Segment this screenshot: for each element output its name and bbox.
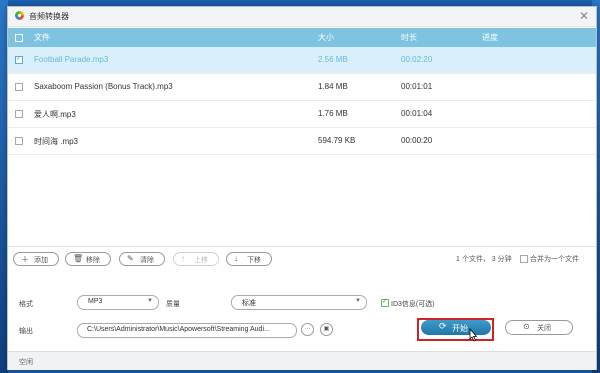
move-up-button[interactable]: ↑ 上移 — [173, 252, 219, 266]
file-size: 1.84 MB — [318, 82, 348, 91]
arrow-up-icon: ↑ — [181, 254, 185, 263]
close-button[interactable]: ⊙ 关闭 — [505, 320, 573, 335]
ellipsis-icon: ··· — [304, 326, 311, 332]
app-logo-icon — [15, 11, 24, 20]
row-checkbox[interactable] — [15, 54, 23, 64]
broom-icon: ✎ — [127, 254, 134, 263]
trash-icon: 🗑 — [73, 254, 84, 263]
folder-icon: ▣ — [323, 326, 330, 332]
chevron-down-icon: ▼ — [147, 298, 153, 304]
quality-select[interactable]: 标准 ▼ — [231, 295, 367, 310]
file-duration: 00:01:01 — [401, 82, 433, 91]
refresh-icon: ⟳ — [439, 321, 447, 331]
table-row[interactable]: 爱人啊.mp3 1.76 MB 00:01:04 — [8, 101, 596, 128]
file-duration: 00:00:20 — [401, 136, 433, 145]
output-path-field[interactable]: C:\Users\Administrator\Music\Apowersoft\… — [77, 323, 297, 338]
mouse-pointer-icon — [469, 328, 478, 342]
title-bar: 音频转换器 ✕ — [8, 7, 596, 27]
merge-label: 合并为一个文件 — [530, 256, 579, 263]
column-header-file[interactable]: 文件 — [34, 32, 50, 43]
add-button[interactable]: ＋ 添加 — [13, 252, 59, 266]
add-button-label: 添加 — [34, 257, 48, 264]
id3-checkbox[interactable] — [381, 297, 389, 307]
quality-label: 质量 — [166, 301, 180, 308]
chevron-down-icon: ▼ — [355, 298, 361, 304]
file-name: 爱人啊.mp3 — [34, 110, 76, 119]
browse-more-button[interactable]: ··· — [301, 323, 314, 336]
file-duration: 00:01:04 — [401, 109, 433, 118]
close-icon[interactable]: ✕ — [579, 9, 589, 23]
format-label: 格式 — [19, 301, 33, 308]
file-duration: 00:02:20 — [401, 55, 433, 64]
move-down-button-label: 下移 — [247, 257, 261, 264]
file-name: Saxaboom Passion (Bonus Track).mp3 — [34, 82, 173, 91]
id3-label: ID3信息(可选) — [391, 301, 435, 308]
clear-button-label: 清除 — [140, 257, 154, 264]
toolbar-divider — [8, 246, 596, 247]
file-size: 2.56 MB — [318, 55, 348, 64]
column-header-duration[interactable]: 时长 — [401, 32, 417, 43]
move-down-button[interactable]: ↓ 下移 — [226, 252, 272, 266]
arrow-down-icon: ↓ — [234, 254, 238, 263]
stop-circle-icon: ⊙ — [523, 322, 530, 331]
app-window: 音频转换器 ✕ 文件 大小 时长 进度 Football Parade.mp3 … — [7, 6, 597, 370]
clear-button[interactable]: ✎ 清除 — [119, 252, 165, 266]
output-label: 输出 — [19, 328, 33, 335]
plus-icon: ＋ — [21, 255, 29, 264]
start-button-label: 开始 — [452, 324, 468, 333]
remove-button[interactable]: 🗑 移除 — [65, 252, 111, 266]
window-title: 音频转换器 — [29, 12, 69, 21]
row-checkbox[interactable] — [15, 137, 23, 145]
output-path-value: C:\Users\Administrator\Music\Apowersoft\… — [87, 326, 270, 333]
format-value: MP3 — [88, 298, 103, 305]
table-row[interactable]: Saxaboom Passion (Bonus Track).mp3 1.84 … — [8, 74, 596, 101]
column-header-size[interactable]: 大小 — [318, 32, 334, 43]
status-bar: 空闲 — [8, 351, 596, 370]
merge-checkbox[interactable] — [520, 255, 528, 263]
file-summary: 1 个文件， 3 分钟 — [456, 256, 512, 263]
file-size: 1.76 MB — [318, 109, 348, 118]
row-checkbox[interactable] — [15, 83, 23, 91]
table-header: 文件 大小 时长 进度 — [8, 28, 596, 47]
quality-value: 标准 — [242, 300, 256, 307]
format-select[interactable]: MP3 ▼ — [77, 295, 159, 310]
table-row[interactable]: Football Parade.mp3 2.56 MB 00:02:20 — [8, 47, 596, 74]
file-size: 594.79 KB — [318, 136, 356, 145]
column-header-progress[interactable]: 进度 — [482, 32, 498, 43]
table-row[interactable]: 时间海 .mp3 594.79 KB 00:00:20 — [8, 128, 596, 155]
close-button-label: 关闭 — [537, 325, 551, 332]
file-name: 时间海 .mp3 — [34, 137, 79, 146]
select-all-checkbox[interactable] — [15, 34, 23, 42]
start-button[interactable]: ⟳ 开始 — [421, 320, 491, 335]
status-text: 空闲 — [19, 359, 33, 366]
row-checkbox[interactable] — [15, 110, 23, 118]
move-up-button-label: 上移 — [194, 257, 208, 264]
file-name: Football Parade.mp3 — [34, 55, 109, 64]
remove-button-label: 移除 — [86, 257, 100, 264]
open-folder-button[interactable]: ▣ — [320, 323, 333, 336]
